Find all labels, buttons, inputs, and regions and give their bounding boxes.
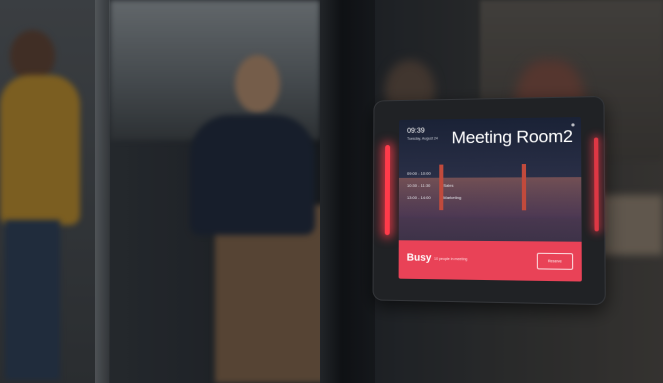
office-photo: 09:39 Tuesday, August 24 Meeting Room2 0… (0, 0, 663, 383)
schedule-list: 09:00 - 10:00 10:30 - 11:30 Sales 13:00 … (405, 167, 518, 204)
reserve-button[interactable]: Reserve (536, 252, 574, 270)
current-date: Tuesday, August 24 (407, 136, 438, 141)
menu-icon[interactable] (571, 123, 575, 127)
status-label: Busy (406, 252, 432, 264)
schedule-item[interactable]: 13:00 - 14:00 Marketing (405, 192, 518, 204)
status-detail: 10 people in meeting (434, 256, 468, 262)
status-bar: Busy 10 people in meeting Reserve (398, 240, 582, 282)
status-led-right (593, 137, 599, 232)
clock-time: 09:39 (407, 127, 425, 135)
room-name: Meeting Room2 (451, 126, 573, 148)
schedule-item[interactable]: 10:30 - 11:30 Sales (405, 179, 518, 192)
tablet-screen: 09:39 Tuesday, August 24 Meeting Room2 0… (398, 117, 582, 282)
status-led-left (384, 144, 391, 236)
schedule-item[interactable]: 09:00 - 10:00 (405, 167, 518, 180)
room-booking-tablet: 09:39 Tuesday, August 24 Meeting Room2 0… (372, 95, 606, 306)
